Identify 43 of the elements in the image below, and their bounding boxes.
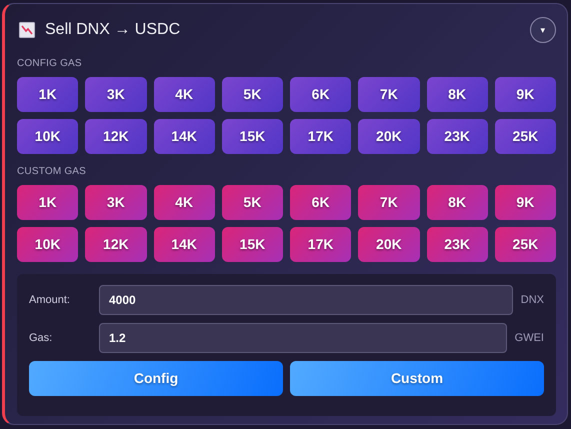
gas-button[interactable]: 8K <box>426 77 488 112</box>
field-label: Gas: <box>29 330 54 346</box>
gas-button[interactable]: 6K <box>290 77 352 112</box>
gas-button[interactable]: 17K <box>290 119 352 154</box>
input-field[interactable]: 1.2 <box>99 323 507 353</box>
gas-button[interactable]: 20K <box>358 119 420 154</box>
gas-button[interactable]: 1K <box>17 185 78 220</box>
section-label: CUSTOM GAS <box>17 165 88 179</box>
gas-button[interactable]: 17K <box>290 227 352 262</box>
gas-button[interactable]: 9K <box>494 185 556 220</box>
gas-button[interactable]: 3K <box>85 185 146 220</box>
gas-button[interactable]: 1K <box>17 77 78 112</box>
unit-label: GWEI <box>514 330 544 346</box>
gas-button[interactable]: 9K <box>494 77 556 112</box>
gas-button[interactable]: 23K <box>426 119 488 154</box>
gas-button[interactable]: 3K <box>85 77 146 112</box>
gas-button[interactable]: 15K <box>222 119 283 154</box>
unit-label: DNX <box>520 292 544 308</box>
gas-button[interactable]: 25K <box>494 119 556 154</box>
gas-button[interactable]: 25K <box>494 227 556 262</box>
input-field[interactable]: 4000 <box>99 285 513 315</box>
gas-button[interactable]: 4K <box>154 77 215 112</box>
gas-button[interactable]: 10K <box>17 227 78 262</box>
gas-button[interactable]: 14K <box>154 227 215 262</box>
gas-button[interactable]: 14K <box>154 119 215 154</box>
gas-button[interactable]: 7K <box>358 185 420 220</box>
chart-down-icon <box>19 22 35 38</box>
gas-button[interactable]: 5K <box>222 77 283 112</box>
section-label: CONFIG GAS <box>17 57 83 71</box>
gas-button[interactable]: 5K <box>222 185 283 220</box>
field-label: Amount: <box>29 292 71 308</box>
gas-button[interactable]: 20K <box>358 227 420 262</box>
gas-button[interactable]: 15K <box>222 227 283 262</box>
gas-button[interactable]: 7K <box>358 77 420 112</box>
gas-button[interactable]: 10K <box>17 119 78 154</box>
dropdown-button[interactable]: ▾ <box>530 17 556 43</box>
gas-button[interactable]: 23K <box>426 227 488 262</box>
panel-title: Sell DNX → USDC <box>45 20 180 40</box>
gas-button[interactable]: 6K <box>290 185 352 220</box>
gas-button[interactable]: 12K <box>85 119 146 154</box>
gas-button[interactable]: 8K <box>426 185 488 220</box>
gas-button[interactable]: 12K <box>85 227 146 262</box>
gas-button[interactable]: 4K <box>154 185 215 220</box>
